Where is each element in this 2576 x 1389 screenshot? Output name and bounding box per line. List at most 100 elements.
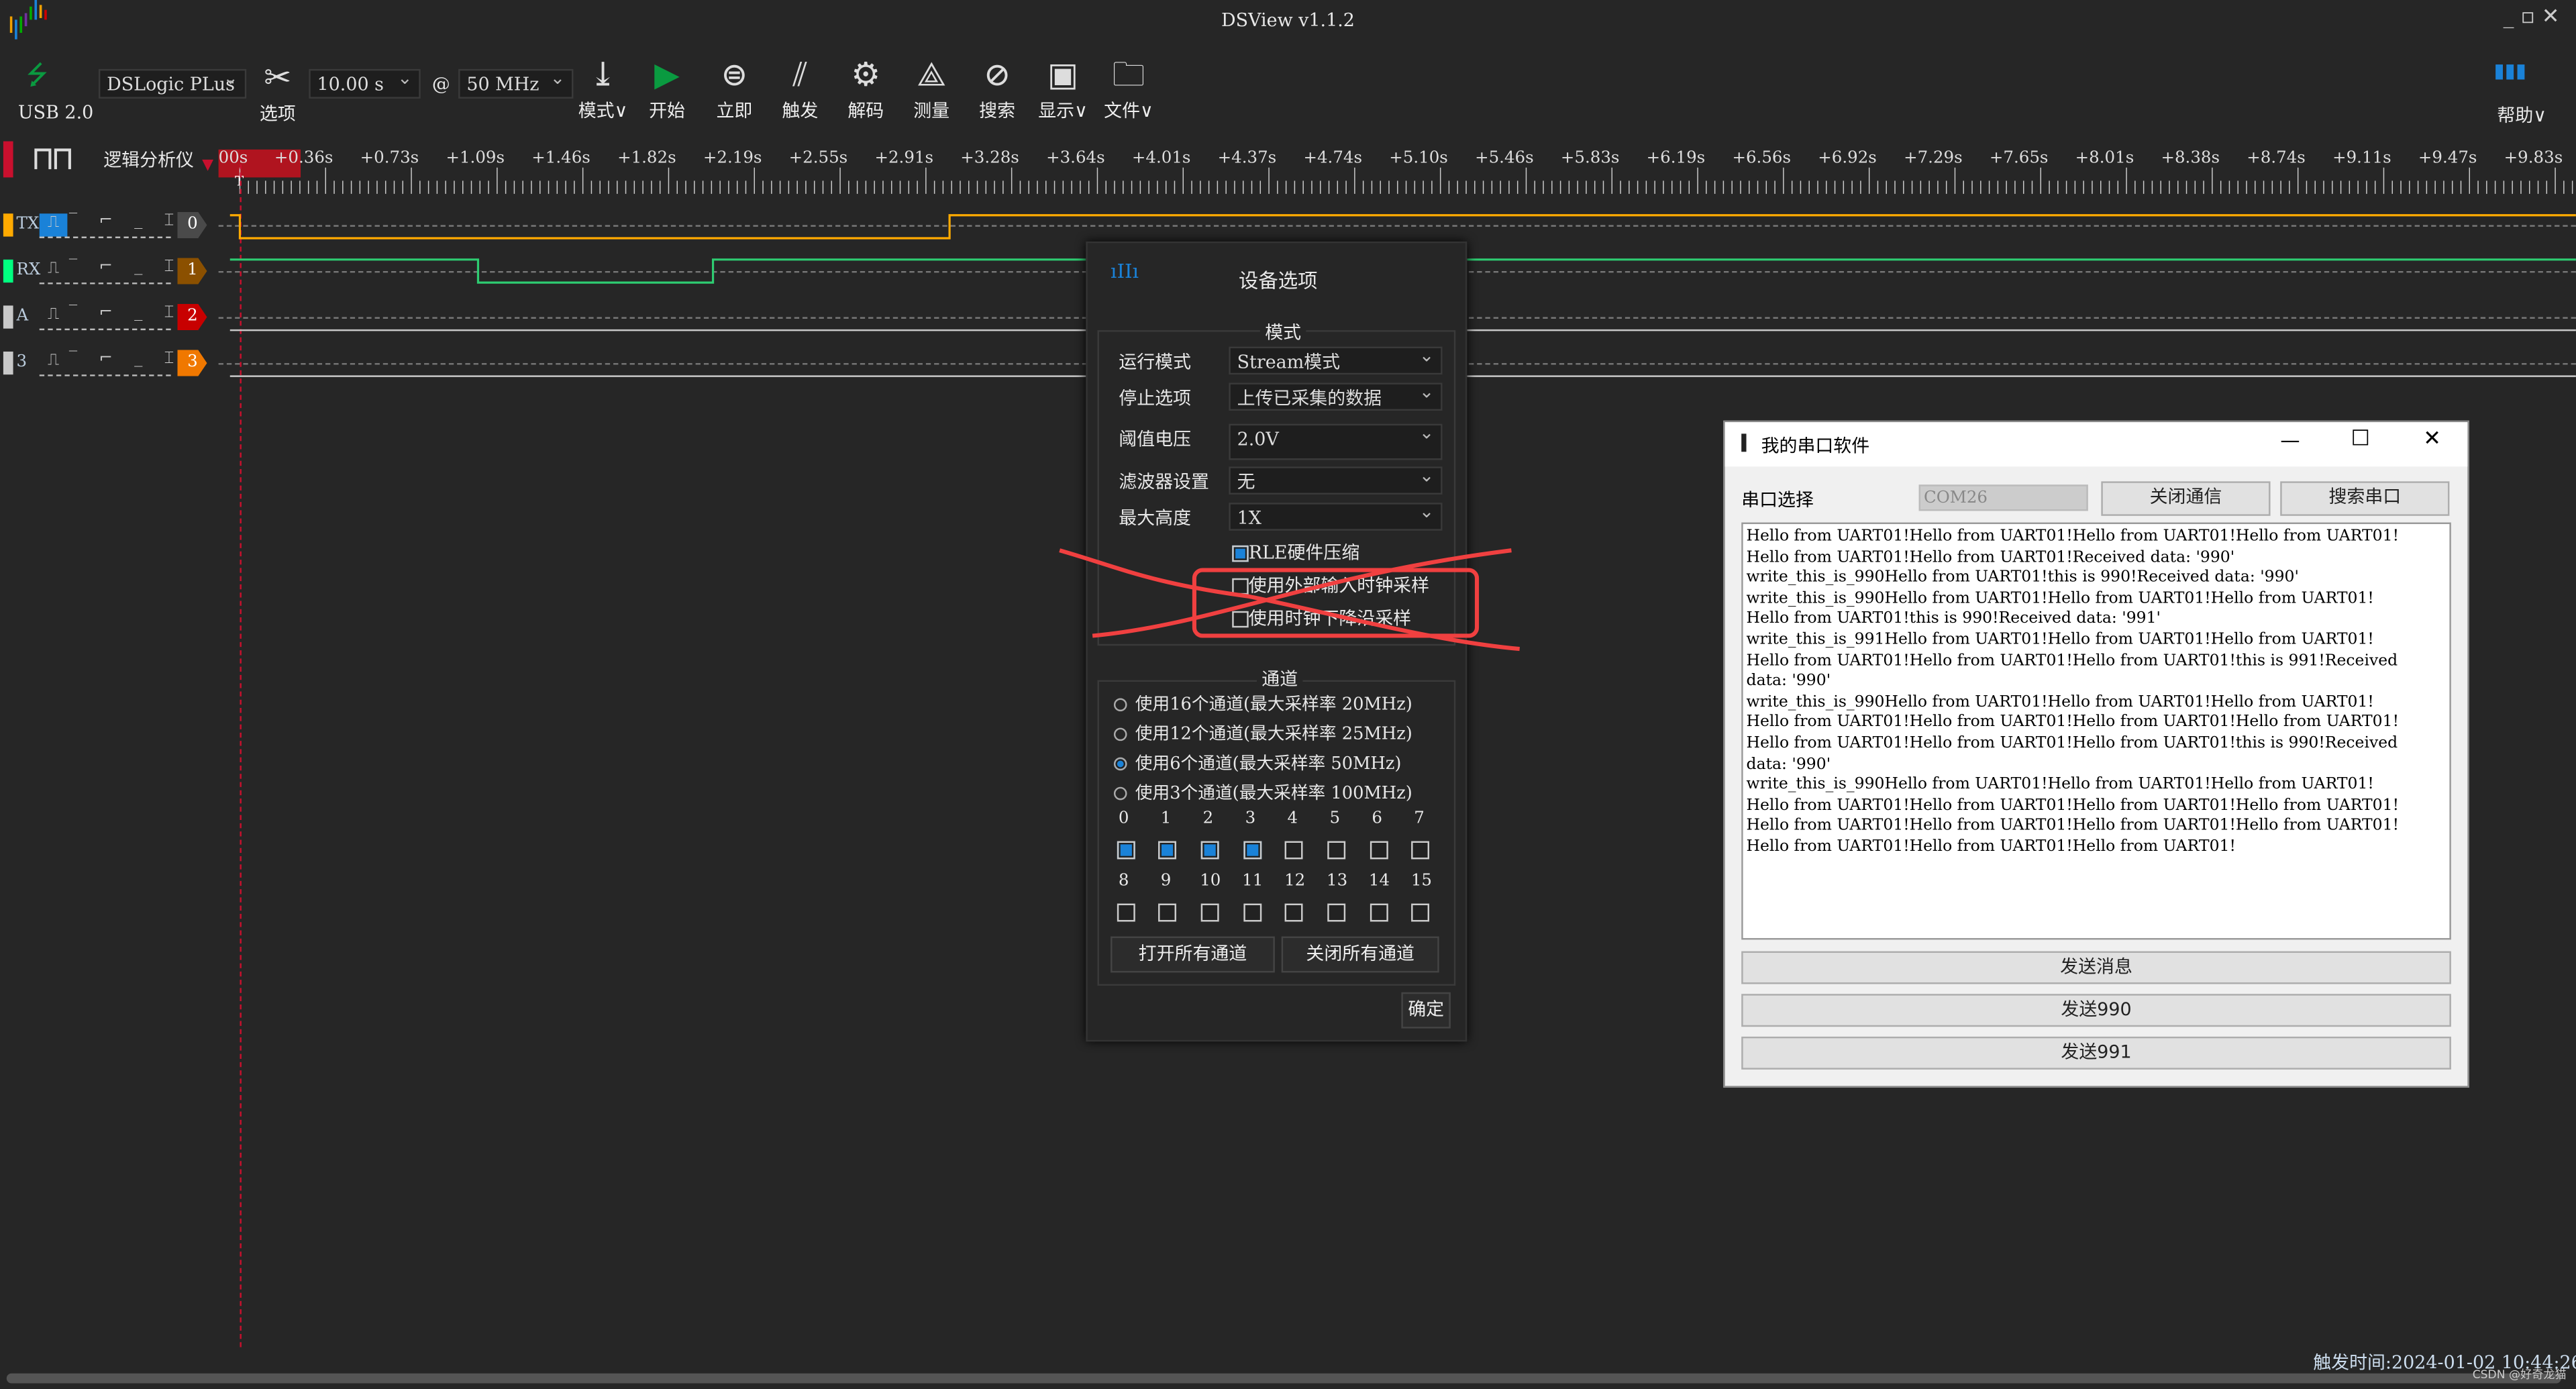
channel-name[interactable]: A xyxy=(16,307,28,325)
send-990-button[interactable]: 发送990 xyxy=(1741,994,2451,1027)
option-label: 阈值电压 xyxy=(1119,429,1192,450)
checkbox-icon[interactable] xyxy=(1232,611,1249,628)
rate-select[interactable]: 50 MHz xyxy=(458,67,574,99)
channel-enable-checkbox[interactable] xyxy=(1158,841,1177,860)
channel-row-1[interactable]: RX ⎍ ‾ ⌐ _ ⌶ 1 xyxy=(0,258,230,287)
channel-number: 2 xyxy=(1202,810,1214,828)
trigger-type-icons[interactable]: ‾ ⌐ _ ⌶ xyxy=(69,258,183,276)
radio-icon[interactable] xyxy=(1113,786,1127,801)
help-button[interactable]: 帮助∨ xyxy=(2497,102,2546,128)
checkbox-icon[interactable] xyxy=(1232,578,1249,595)
channel-mode-radio-0[interactable]: 使用16个通道(最大采样率 20MHz) xyxy=(1113,692,1412,717)
toolbar-button-6[interactable]: ⊘ 搜索 xyxy=(968,51,1027,123)
channel-enable-checkbox[interactable] xyxy=(1370,841,1388,860)
window-controls[interactable]: _▫✕ xyxy=(2504,5,2567,30)
minimize-icon[interactable]: — xyxy=(2280,429,2300,452)
channel-color-swatch[interactable] xyxy=(3,351,13,375)
close-icon[interactable]: ✕ xyxy=(2423,427,2441,452)
channel-enable-checkbox[interactable] xyxy=(1285,903,1304,922)
radio-icon[interactable] xyxy=(1113,757,1127,771)
channel-index-tag[interactable]: 0 xyxy=(177,211,207,239)
rising-edge-trigger-icon[interactable]: ⎍ xyxy=(40,305,68,328)
mode-label[interactable]: 逻辑分析仪 xyxy=(103,146,194,172)
search-port-button[interactable]: 搜索串口 xyxy=(2280,481,2450,516)
mode-dropdown-icon[interactable]: ▼ xyxy=(202,158,213,174)
toolbar-button-2[interactable]: ⊜ 立即 xyxy=(705,51,764,123)
device-select[interactable]: DSLogic PLus xyxy=(98,67,247,99)
ruler-ticks[interactable] xyxy=(213,164,2576,197)
send-991-button[interactable]: 发送991 xyxy=(1741,1036,2451,1070)
toolbar-button-4[interactable]: ⚙ 解码 xyxy=(836,51,895,123)
channel-name[interactable]: 3 xyxy=(16,353,27,371)
send-message-button[interactable]: 发送消息 xyxy=(1741,951,2451,984)
channel-name[interactable]: RX xyxy=(16,261,40,279)
channel-enable-checkbox[interactable] xyxy=(1116,903,1135,922)
log-line: Hello from UART01!Hello from UART01!Hell… xyxy=(1746,651,2398,670)
toolbar-button-5[interactable]: ⟁ 测量 xyxy=(902,51,961,123)
channel-enable-checkbox[interactable] xyxy=(1327,841,1346,860)
receive-log[interactable]: Hello from UART01!Hello from UART01!Hell… xyxy=(1741,522,2451,940)
channel-row-3[interactable]: 3 ⎍ ‾ ⌐ _ ⌶ 3 xyxy=(0,350,230,379)
channel-enable-checkbox[interactable] xyxy=(1243,841,1261,860)
channel-color-swatch[interactable] xyxy=(3,213,13,237)
option-select-3[interactable]: 无 xyxy=(1229,465,1443,495)
toolbar-button-7[interactable]: ▣ 显示∨ xyxy=(1033,51,1092,123)
option-select-1[interactable]: 上传已采集的数据 xyxy=(1229,381,1443,411)
close-communication-button[interactable]: 关闭通信 xyxy=(2101,481,2271,516)
channel-mode-radio-1[interactable]: 使用12个通道(最大采样率 25MHz) xyxy=(1113,721,1412,746)
toolbar-button-0[interactable]: ⤓ 模式∨ xyxy=(573,51,632,123)
port-select[interactable]: COM26 xyxy=(1918,484,2088,511)
rising-edge-trigger-icon[interactable]: ⎍ xyxy=(39,213,68,237)
option-checkbox-0[interactable]: RLE硬件压缩 xyxy=(1232,539,1359,565)
channel-enable-checkbox[interactable] xyxy=(1243,903,1261,922)
radio-label: 使用12个通道(最大采样率 25MHz) xyxy=(1135,724,1412,745)
channel-color-swatch[interactable] xyxy=(3,305,13,329)
restore-icon[interactable]: ▫ xyxy=(2520,5,2541,30)
close-icon[interactable]: ✕ xyxy=(2542,5,2566,30)
radio-icon[interactable] xyxy=(1113,727,1127,741)
checkbox-icon[interactable] xyxy=(1232,545,1249,562)
channel-index-tag[interactable]: 2 xyxy=(177,303,207,331)
rising-edge-trigger-icon[interactable]: ⎍ xyxy=(40,352,68,374)
channel-mode-radio-2[interactable]: 使用6个通道(最大采样率 50MHz) xyxy=(1113,751,1401,776)
option-checkbox-1[interactable]: 使用外部输入时钟采样 xyxy=(1232,572,1429,598)
channel-index-tag[interactable]: 1 xyxy=(177,258,207,285)
channel-enable-checkbox[interactable] xyxy=(1285,841,1304,860)
maximize-icon[interactable]: ☐ xyxy=(2351,427,2371,452)
trigger-type-icons[interactable]: ‾ ⌐ _ ⌶ xyxy=(69,350,183,368)
trigger-cursor-line[interactable] xyxy=(240,164,242,1347)
duration-select[interactable]: 10.00 s xyxy=(309,67,421,99)
trigger-type-icons[interactable]: ‾ ⌐ _ ⌶ xyxy=(69,212,183,230)
horizontal-scrollbar[interactable] xyxy=(6,1373,2561,1384)
channel-enable-checkbox[interactable] xyxy=(1200,841,1219,860)
channel-row-2[interactable]: A ⎍ ‾ ⌐ _ ⌶ 2 xyxy=(0,303,230,333)
channel-enable-checkbox[interactable] xyxy=(1116,841,1135,860)
channel-name[interactable]: TX xyxy=(16,215,39,234)
ok-button[interactable]: 确定 xyxy=(1401,992,1451,1029)
option-select-0[interactable]: Stream模式 xyxy=(1229,345,1443,375)
radio-icon[interactable] xyxy=(1113,698,1127,712)
channel-row-0[interactable]: TX ⎍ ‾ ⌐ _ ⌶ 0 xyxy=(0,211,230,242)
channel-enable-checkbox[interactable] xyxy=(1412,903,1430,922)
open-all-channels-button[interactable]: 打开所有通道 xyxy=(1111,936,1275,973)
channel-enable-checkbox[interactable] xyxy=(1158,903,1177,922)
channel-enable-checkbox[interactable] xyxy=(1200,903,1219,922)
channel-index-tag[interactable]: 3 xyxy=(177,350,207,376)
option-select-2[interactable]: 2.0V xyxy=(1229,422,1443,460)
close-all-channels-button[interactable]: 关闭所有通道 xyxy=(1281,936,1439,973)
option-select-4[interactable]: 1X xyxy=(1229,501,1443,531)
option-checkbox-2[interactable]: 使用时钟下降沿采样 xyxy=(1232,605,1411,631)
channel-enable-checkbox[interactable] xyxy=(1370,903,1388,922)
trigger-type-icons[interactable]: ‾ ⌐ _ ⌶ xyxy=(69,304,183,322)
minimize-icon[interactable]: _ xyxy=(2504,5,2521,30)
channel-mode-radio-3[interactable]: 使用3个通道(最大采样率 100MHz) xyxy=(1113,780,1412,805)
options-button[interactable]: ✂ 选项 xyxy=(248,54,307,127)
channel-enable-checkbox[interactable] xyxy=(1412,841,1430,860)
toolbar-button-1[interactable]: ▶ 开始 xyxy=(637,51,697,123)
toolbar-button-3[interactable]: ⫽ 触发 xyxy=(770,51,829,123)
toolbar-button-8[interactable]: 🗀 文件∨ xyxy=(1099,51,1158,123)
channel-enable-checkbox[interactable] xyxy=(1327,903,1346,922)
trigger-underline xyxy=(39,374,171,376)
rising-edge-trigger-icon[interactable]: ⎍ xyxy=(40,260,68,282)
channel-color-swatch[interactable] xyxy=(3,259,13,283)
